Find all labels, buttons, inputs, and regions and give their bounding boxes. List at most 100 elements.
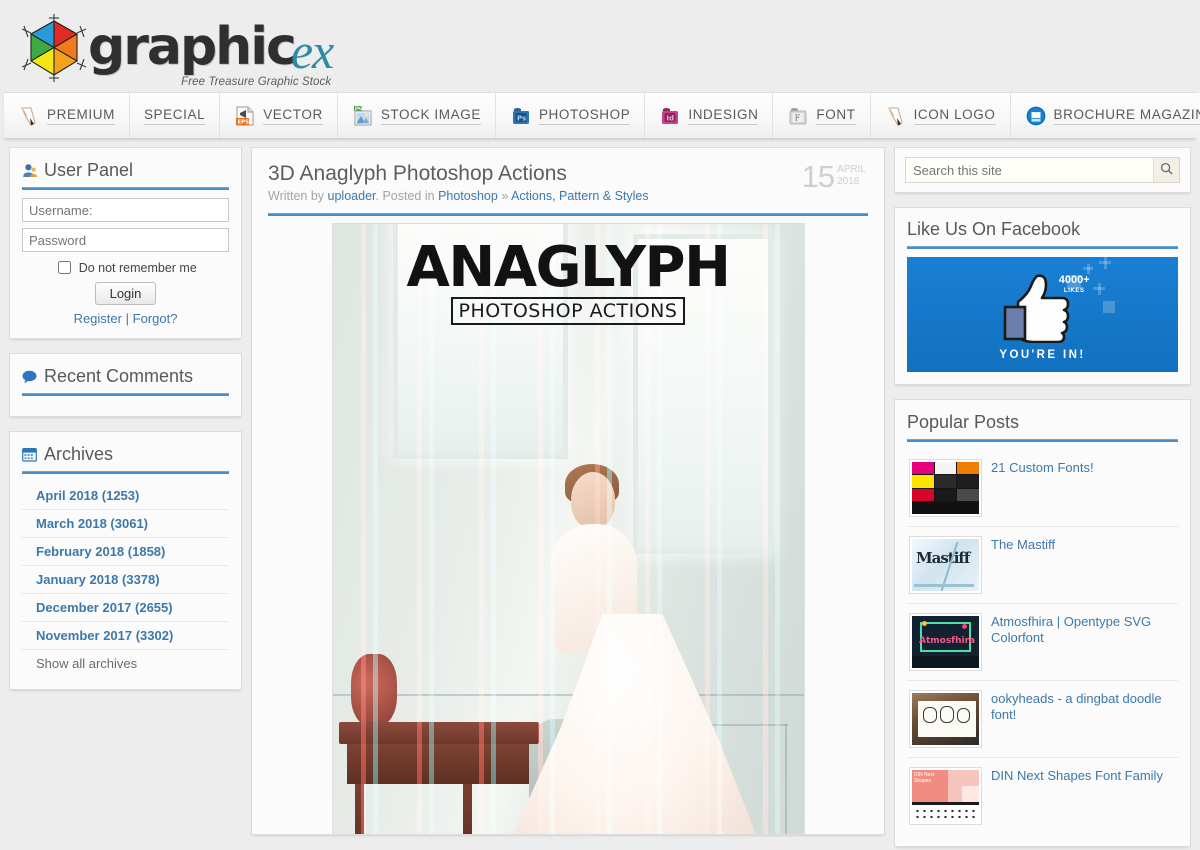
nav-item-premium[interactable]: PREMIUM	[4, 93, 130, 138]
likes-count: 4000	[1058, 274, 1084, 286]
post-thumbnail: DIN Next Shapes	[909, 767, 982, 825]
likes-plus: +	[1083, 274, 1090, 286]
do-not-remember-checkbox[interactable]	[58, 261, 72, 274]
article-header: 3D Anaglyph Photoshop Actions Written by…	[268, 161, 868, 216]
post-title-link[interactable]: DIN Next Shapes Font Family	[991, 767, 1163, 784]
nav-label: PHOTOSHOP	[538, 107, 631, 125]
post-title-link[interactable]: ookyheads - a dingbat doodle font!	[991, 690, 1176, 723]
title-rule	[22, 393, 229, 396]
cube-logo-icon	[21, 14, 87, 82]
register-link[interactable]: Register	[74, 311, 122, 326]
search-button[interactable]	[1153, 158, 1179, 182]
brochure-icon	[1025, 105, 1047, 127]
svg-text:F: F	[795, 113, 801, 122]
indesign-icon: Id	[659, 105, 681, 127]
post-title-link[interactable]: 21 Custom Fonts!	[991, 459, 1094, 476]
post-title-link[interactable]: Atmosfhira | Opentype SVG Colorfont	[991, 613, 1176, 646]
logo-tagline: Free Treasure Graphic Stock	[181, 76, 332, 88]
list-item: April 2018 (1253)	[22, 482, 229, 510]
hero-subhead-wrap: PHOTOSHOP ACTIONS	[333, 297, 804, 325]
username-input[interactable]	[22, 198, 229, 222]
nav-label: FONT	[816, 107, 856, 125]
nav-label: VECTOR	[263, 107, 323, 125]
anaglyph-hero-image[interactable]: ANAGLYPH PHOTOSHOP ACTIONS SCROLL DOWN	[331, 223, 805, 834]
subcategory-link[interactable]: Actions, Pattern & Styles	[511, 189, 649, 203]
archive-link[interactable]: April 2018 (1253)	[22, 482, 229, 509]
popular-posts-title: Popular Posts	[907, 412, 1178, 439]
site-logo[interactable]: graphicex Free Treasure Graphic Stock	[21, 10, 334, 88]
popular-posts-widget: Popular Posts 21 Custom Fonts! Mastiff T…	[894, 399, 1191, 847]
search-input[interactable]	[906, 158, 1153, 182]
archives-list: April 2018 (1253) March 2018 (3061) Febr…	[22, 482, 229, 677]
archives-title-text: Archives	[44, 444, 114, 464]
page-title: 3D Anaglyph Photoshop Actions	[268, 162, 567, 185]
list-item[interactable]: 21 Custom Fonts!	[907, 450, 1178, 527]
popular-posts-list: 21 Custom Fonts! Mastiff The Mastiff Atm…	[907, 450, 1178, 834]
archive-link[interactable]: December 2017 (2655)	[22, 594, 229, 621]
list-item[interactable]: DIN Next Shapes DIN Next Shapes Font Fami…	[907, 758, 1178, 834]
nav-item-vector[interactable]: EPS VECTOR	[220, 93, 338, 138]
forgot-link[interactable]: Forgot?	[133, 311, 178, 326]
date-month: APRIL	[837, 164, 866, 175]
post-thumbnail	[909, 690, 982, 748]
nav-label: PREMIUM	[47, 107, 115, 125]
link-separator: |	[125, 311, 129, 326]
archives-widget: Archives April 2018 (1253) March 2018 (3…	[9, 431, 242, 690]
meta-posted-in: . Posted in	[375, 189, 435, 203]
list-item[interactable]: Atmosfhira Atmosfhira | Opentype SVG Col…	[907, 604, 1178, 681]
article-image-wrapper: ANAGLYPH PHOTOSHOP ACTIONS SCROLL DOWN	[268, 216, 868, 834]
archive-link[interactable]: January 2018 (3378)	[22, 566, 229, 593]
facebook-widget: Like Us On Facebook 4000+ LIKES YOU'RE I…	[894, 207, 1191, 385]
pen-nib-icon	[18, 105, 40, 127]
facebook-caption: YOU'RE IN!	[999, 349, 1086, 361]
search-widget	[894, 147, 1191, 193]
list-item: November 2017 (3302)	[22, 622, 229, 650]
meta-arrow: »	[501, 189, 509, 203]
user-panel-widget: User Panel Do not remember me Login Regi…	[9, 147, 242, 339]
nav-label: SPECIAL	[143, 107, 206, 125]
user-panel-title-text: User Panel	[44, 160, 134, 180]
nav-item-special[interactable]: SPECIAL	[129, 93, 221, 138]
date-month-year: APRIL 2018	[837, 162, 866, 188]
font-folder-icon: F	[787, 105, 809, 127]
list-item: February 2018 (1858)	[22, 538, 229, 566]
user-panel-title: User Panel	[22, 160, 229, 187]
list-item[interactable]: ookyheads - a dingbat doodle font!	[907, 681, 1178, 758]
author-link[interactable]: uploader	[328, 189, 376, 203]
archive-link[interactable]: February 2018 (1858)	[22, 538, 229, 565]
title-rule	[22, 471, 229, 474]
nav-item-icon-logo[interactable]: ICON LOGO	[870, 93, 1011, 138]
list-item: January 2018 (3378)	[22, 566, 229, 594]
register-forgot-row: Register | Forgot?	[22, 311, 229, 326]
list-item: December 2017 (2655)	[22, 594, 229, 622]
facebook-likes-badge: 4000+ LIKES	[1059, 275, 1090, 297]
nav-item-indesign[interactable]: Id INDESIGN	[645, 93, 774, 138]
eps-file-icon: EPS	[234, 105, 256, 127]
likes-label: LIKES	[1063, 288, 1085, 294]
article-date-badge: 15 APRIL 2018	[802, 161, 866, 192]
list-item[interactable]: Mastiff The Mastiff	[907, 527, 1178, 604]
svg-text:Ps: Ps	[517, 114, 526, 122]
article-rule	[268, 213, 868, 216]
main-column: 3D Anaglyph Photoshop Actions Written by…	[251, 147, 885, 850]
list-item: March 2018 (3061)	[22, 510, 229, 538]
show-all-archives-link[interactable]: Show all archives	[22, 650, 229, 677]
recent-comments-widget: Recent Comments	[9, 353, 242, 417]
password-input[interactable]	[22, 228, 229, 252]
user-icon	[22, 163, 37, 178]
nav-item-photoshop[interactable]: Ps PHOTOSHOP	[495, 93, 646, 138]
post-title-link[interactable]: The Mastiff	[991, 536, 1055, 553]
archive-link[interactable]: March 2018 (3061)	[22, 510, 229, 537]
title-rule	[22, 187, 229, 190]
archive-link[interactable]: November 2017 (3302)	[22, 622, 229, 649]
page-content: User Panel Do not remember me Login Regi…	[0, 139, 1200, 850]
nav-item-brochure-magazine[interactable]: BROCHURE MAGAZINE	[1010, 93, 1200, 138]
login-button[interactable]: Login	[94, 282, 157, 305]
nav-item-font[interactable]: F FONT	[773, 93, 871, 138]
nav-item-stock-image[interactable]: JPG STOCK IMAGE	[337, 93, 496, 138]
login-row: Login	[22, 282, 229, 305]
category-link[interactable]: Photoshop	[438, 189, 498, 203]
facebook-like-banner[interactable]: 4000+ LIKES YOU'RE IN!	[907, 257, 1178, 372]
remember-row: Do not remember me	[22, 258, 229, 277]
title-rule	[907, 246, 1178, 249]
